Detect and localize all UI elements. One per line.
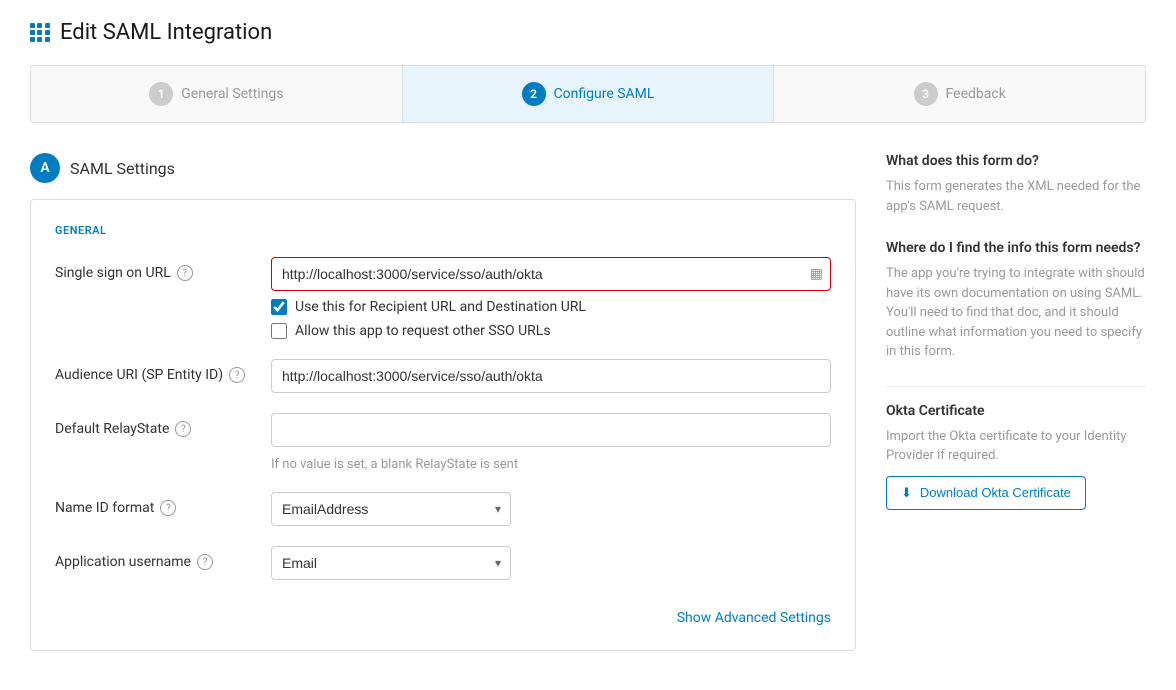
- application-username-label: Application username: [55, 554, 191, 570]
- relay-state-help-icon[interactable]: ?: [175, 421, 191, 437]
- page-title: Edit SAML Integration: [60, 20, 272, 45]
- application-username-select[interactable]: Okta username Email Custom: [271, 546, 511, 580]
- name-id-format-label-col: Name ID format ?: [55, 492, 255, 516]
- grid-icon: [30, 23, 50, 43]
- main-content: A SAML Settings GENERAL Single sign on U…: [30, 153, 856, 651]
- step-feedback[interactable]: 3 Feedback: [774, 66, 1145, 122]
- application-username-label-col: Application username ?: [55, 546, 255, 570]
- download-btn-label: Download Okta Certificate: [920, 485, 1071, 500]
- other-sso-checkbox[interactable]: [271, 323, 287, 339]
- application-username-select-wrapper: Okta username Email Custom ▾: [271, 546, 511, 580]
- audience-uri-row: Audience URI (SP Entity ID) ?: [55, 359, 831, 393]
- sidebar-okta-certificate: Okta Certificate Import the Okta certifi…: [886, 403, 1146, 510]
- sidebar-where-text: The app you're trying to integrate with …: [886, 264, 1146, 362]
- recipient-url-checkbox-label: Use this for Recipient URL and Destinati…: [295, 299, 586, 315]
- relay-state-input-col: If no value is set, a blank RelayState i…: [271, 413, 831, 472]
- name-id-format-row: Name ID format ? Unspecified EmailAddres…: [55, 492, 831, 526]
- sso-url-input-col: ▦ Use this for Recipient URL and Destina…: [271, 257, 831, 339]
- recipient-url-checkbox[interactable]: [271, 299, 287, 315]
- audience-uri-label: Audience URI (SP Entity ID): [55, 367, 223, 383]
- application-username-input-col: Okta username Email Custom ▾: [271, 546, 831, 580]
- recipient-url-checkbox-row: Use this for Recipient URL and Destinati…: [271, 299, 831, 315]
- step-2-circle: 2: [522, 82, 546, 106]
- sso-url-help-icon[interactable]: ?: [177, 265, 193, 281]
- relay-state-input[interactable]: [271, 413, 831, 447]
- step-1-circle: 1: [149, 82, 173, 106]
- section-title: SAML Settings: [70, 159, 175, 178]
- step-3-label: Feedback: [946, 86, 1006, 102]
- step-3-circle: 3: [914, 82, 938, 106]
- relay-state-hint: If no value is set, a blank RelayState i…: [271, 457, 831, 472]
- step-2-label: Configure SAML: [554, 86, 655, 102]
- section-header: A SAML Settings: [30, 153, 856, 183]
- copy-icon[interactable]: ▦: [810, 266, 823, 282]
- sidebar-what-does-form-do: What does this form do? This form genera…: [886, 153, 1146, 216]
- sso-url-label: Single sign on URL: [55, 265, 171, 281]
- name-id-format-label: Name ID format: [55, 500, 154, 516]
- audience-uri-help-icon[interactable]: ?: [229, 367, 245, 383]
- download-icon: ⬇: [901, 485, 912, 501]
- other-sso-checkbox-label: Allow this app to request other SSO URLs: [295, 323, 551, 339]
- other-sso-checkbox-row: Allow this app to request other SSO URLs: [271, 323, 831, 339]
- name-id-format-input-col: Unspecified EmailAddress x509SubjectName…: [271, 492, 831, 526]
- application-username-row: Application username ? Okta username Ema…: [55, 546, 831, 580]
- relay-state-label: Default RelayState: [55, 421, 169, 437]
- sso-url-input-wrapper: ▦: [271, 257, 831, 291]
- sidebar-what-text: This form generates the XML needed for t…: [886, 177, 1146, 216]
- name-id-format-select-wrapper: Unspecified EmailAddress x509SubjectName…: [271, 492, 511, 526]
- sso-url-label-col: Single sign on URL ?: [55, 257, 255, 281]
- step-general-settings[interactable]: 1 General Settings: [31, 66, 403, 122]
- sidebar: What does this form do? This form genera…: [886, 153, 1146, 651]
- single-sign-on-url-row: Single sign on URL ? ▦ Use this for Reci…: [55, 257, 831, 339]
- sidebar-cert-text: Import the Okta certificate to your Iden…: [886, 427, 1146, 466]
- audience-uri-input[interactable]: [271, 359, 831, 393]
- name-id-format-select[interactable]: Unspecified EmailAddress x509SubjectName…: [271, 492, 511, 526]
- general-label: GENERAL: [55, 224, 831, 237]
- section-badge: A: [30, 153, 60, 183]
- sidebar-divider: [886, 386, 1146, 387]
- sidebar-what-heading: What does this form do?: [886, 153, 1146, 169]
- main-layout: A SAML Settings GENERAL Single sign on U…: [30, 153, 1146, 651]
- relay-state-row: Default RelayState ? If no value is set,…: [55, 413, 831, 472]
- step-1-label: General Settings: [181, 86, 283, 102]
- page-wrapper: Edit SAML Integration 1 General Settings…: [0, 0, 1176, 690]
- sidebar-where-heading: Where do I find the info this form needs…: [886, 240, 1146, 256]
- audience-uri-label-col: Audience URI (SP Entity ID) ?: [55, 359, 255, 383]
- form-card: GENERAL Single sign on URL ? ▦: [30, 199, 856, 651]
- name-id-format-help-icon[interactable]: ?: [160, 500, 176, 516]
- sidebar-where-find-info: Where do I find the info this form needs…: [886, 240, 1146, 362]
- sidebar-cert-heading: Okta Certificate: [886, 403, 1146, 419]
- page-title-row: Edit SAML Integration: [30, 20, 1146, 45]
- step-nav: 1 General Settings 2 Configure SAML 3 Fe…: [30, 65, 1146, 123]
- audience-uri-input-col: [271, 359, 831, 393]
- relay-state-label-col: Default RelayState ?: [55, 413, 255, 437]
- sso-url-input[interactable]: [271, 257, 831, 291]
- step-configure-saml[interactable]: 2 Configure SAML: [403, 66, 775, 122]
- show-advanced-settings-link[interactable]: Show Advanced Settings: [55, 600, 831, 626]
- download-certificate-button[interactable]: ⬇ Download Okta Certificate: [886, 476, 1086, 510]
- application-username-help-icon[interactable]: ?: [197, 554, 213, 570]
